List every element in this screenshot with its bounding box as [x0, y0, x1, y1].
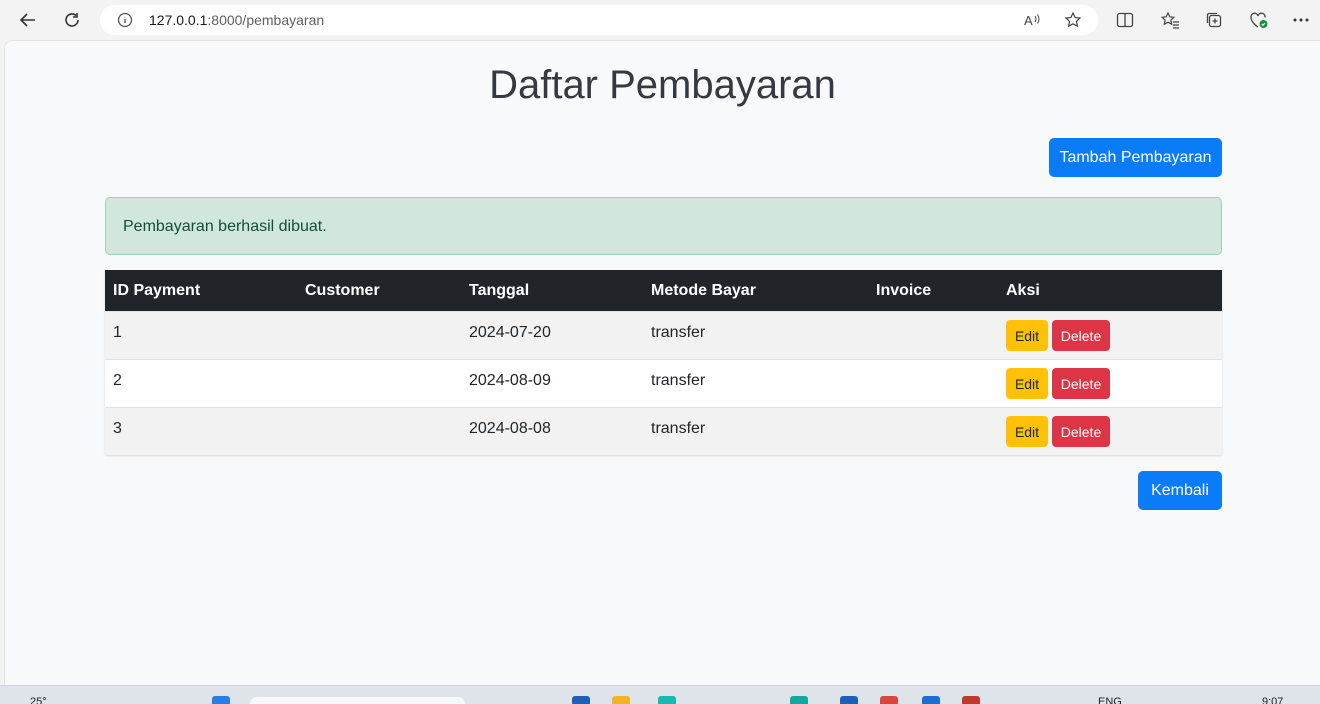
windows-start-icon[interactable] [212, 696, 230, 704]
file-explorer-icon[interactable] [612, 696, 630, 704]
table-header: ID Payment Customer Tanggal Metode Bayar… [105, 270, 1222, 311]
payments-table: ID Payment Customer Tanggal Metode Bayar… [105, 270, 1222, 455]
table-row: 2 2024-08-09 transfer Edit Delete [105, 359, 1222, 407]
edit-button[interactable]: Edit [1006, 320, 1048, 351]
header-id-payment: ID Payment [113, 282, 201, 299]
collections-icon[interactable] [1203, 9, 1225, 31]
taskbar-app-icon[interactable] [790, 696, 808, 704]
language-indicator[interactable]: ENG [1098, 696, 1122, 704]
browser-essentials-icon[interactable] [1248, 9, 1270, 31]
header-tanggal: Tanggal [469, 282, 530, 299]
table-row: 3 2024-08-08 transfer Edit Delete [105, 407, 1222, 455]
taskbar-app-icon[interactable] [572, 696, 590, 704]
read-aloud-icon[interactable]: A [1023, 10, 1043, 30]
favorite-star-icon[interactable] [1063, 10, 1083, 30]
header-customer: Customer [305, 282, 380, 299]
cell-metode: transfer [651, 372, 706, 389]
info-icon[interactable] [115, 10, 135, 30]
more-icon[interactable] [1290, 9, 1312, 31]
url-text[interactable]: 127.0.0.1:8000/pembayaran [149, 12, 324, 28]
clock[interactable]: 9:07 [1262, 696, 1283, 704]
chrome-icon[interactable] [880, 696, 898, 704]
header-aksi: Aksi [1006, 282, 1040, 299]
delete-button[interactable]: Delete [1052, 368, 1110, 399]
url-host: 127.0.0.1 [149, 12, 208, 28]
refresh-icon[interactable] [58, 6, 86, 34]
success-alert: Pembayaran berhasil dibuat. [105, 197, 1222, 255]
page-title: Daftar Pembayaran [489, 63, 836, 107]
edit-button[interactable]: Edit [1006, 368, 1048, 399]
cell-tanggal: 2024-08-08 [469, 420, 551, 437]
cell-metode: transfer [651, 420, 706, 437]
add-payment-button[interactable]: Tambah Pembayaran [1049, 138, 1222, 177]
address-bar[interactable]: 127.0.0.1:8000/pembayaran A [100, 5, 1098, 35]
back-button[interactable]: Kembali [1138, 471, 1222, 510]
split-screen-icon[interactable] [1114, 9, 1136, 31]
edge-icon[interactable] [658, 696, 676, 704]
delete-button[interactable]: Delete [1052, 416, 1110, 447]
svg-text:A: A [1024, 13, 1033, 28]
back-arrow-icon[interactable] [14, 6, 42, 34]
taskbar-search-box[interactable] [250, 697, 465, 704]
table-row: 1 2024-07-20 transfer Edit Delete [105, 311, 1222, 359]
header-invoice: Invoice [876, 282, 932, 299]
taskbar: 25° ENG 9:07 [0, 685, 1320, 704]
taskbar-app-icon[interactable] [962, 696, 980, 704]
cell-tanggal: 2024-07-20 [469, 324, 551, 341]
delete-button[interactable]: Delete [1052, 320, 1110, 351]
header-metode-bayar: Metode Bayar [651, 282, 756, 299]
cell-id: 2 [113, 372, 122, 389]
alert-message: Pembayaran berhasil dibuat. [123, 218, 327, 235]
cell-tanggal: 2024-08-09 [469, 372, 551, 389]
page-viewport: Daftar Pembayaran Tambah Pembayaran Pemb… [4, 40, 1320, 685]
cell-metode: transfer [651, 324, 706, 341]
url-path: :8000/pembayaran [207, 12, 325, 28]
browser-toolbar: 127.0.0.1:8000/pembayaran A [0, 0, 1320, 40]
edit-button[interactable]: Edit [1006, 416, 1048, 447]
cell-id: 1 [113, 324, 122, 341]
cell-id: 3 [113, 420, 122, 437]
taskbar-app-icon[interactable] [840, 696, 858, 704]
favorites-icon[interactable] [1159, 9, 1181, 31]
weather-temp[interactable]: 25° [30, 696, 47, 704]
taskbar-app-icon[interactable] [922, 696, 940, 704]
